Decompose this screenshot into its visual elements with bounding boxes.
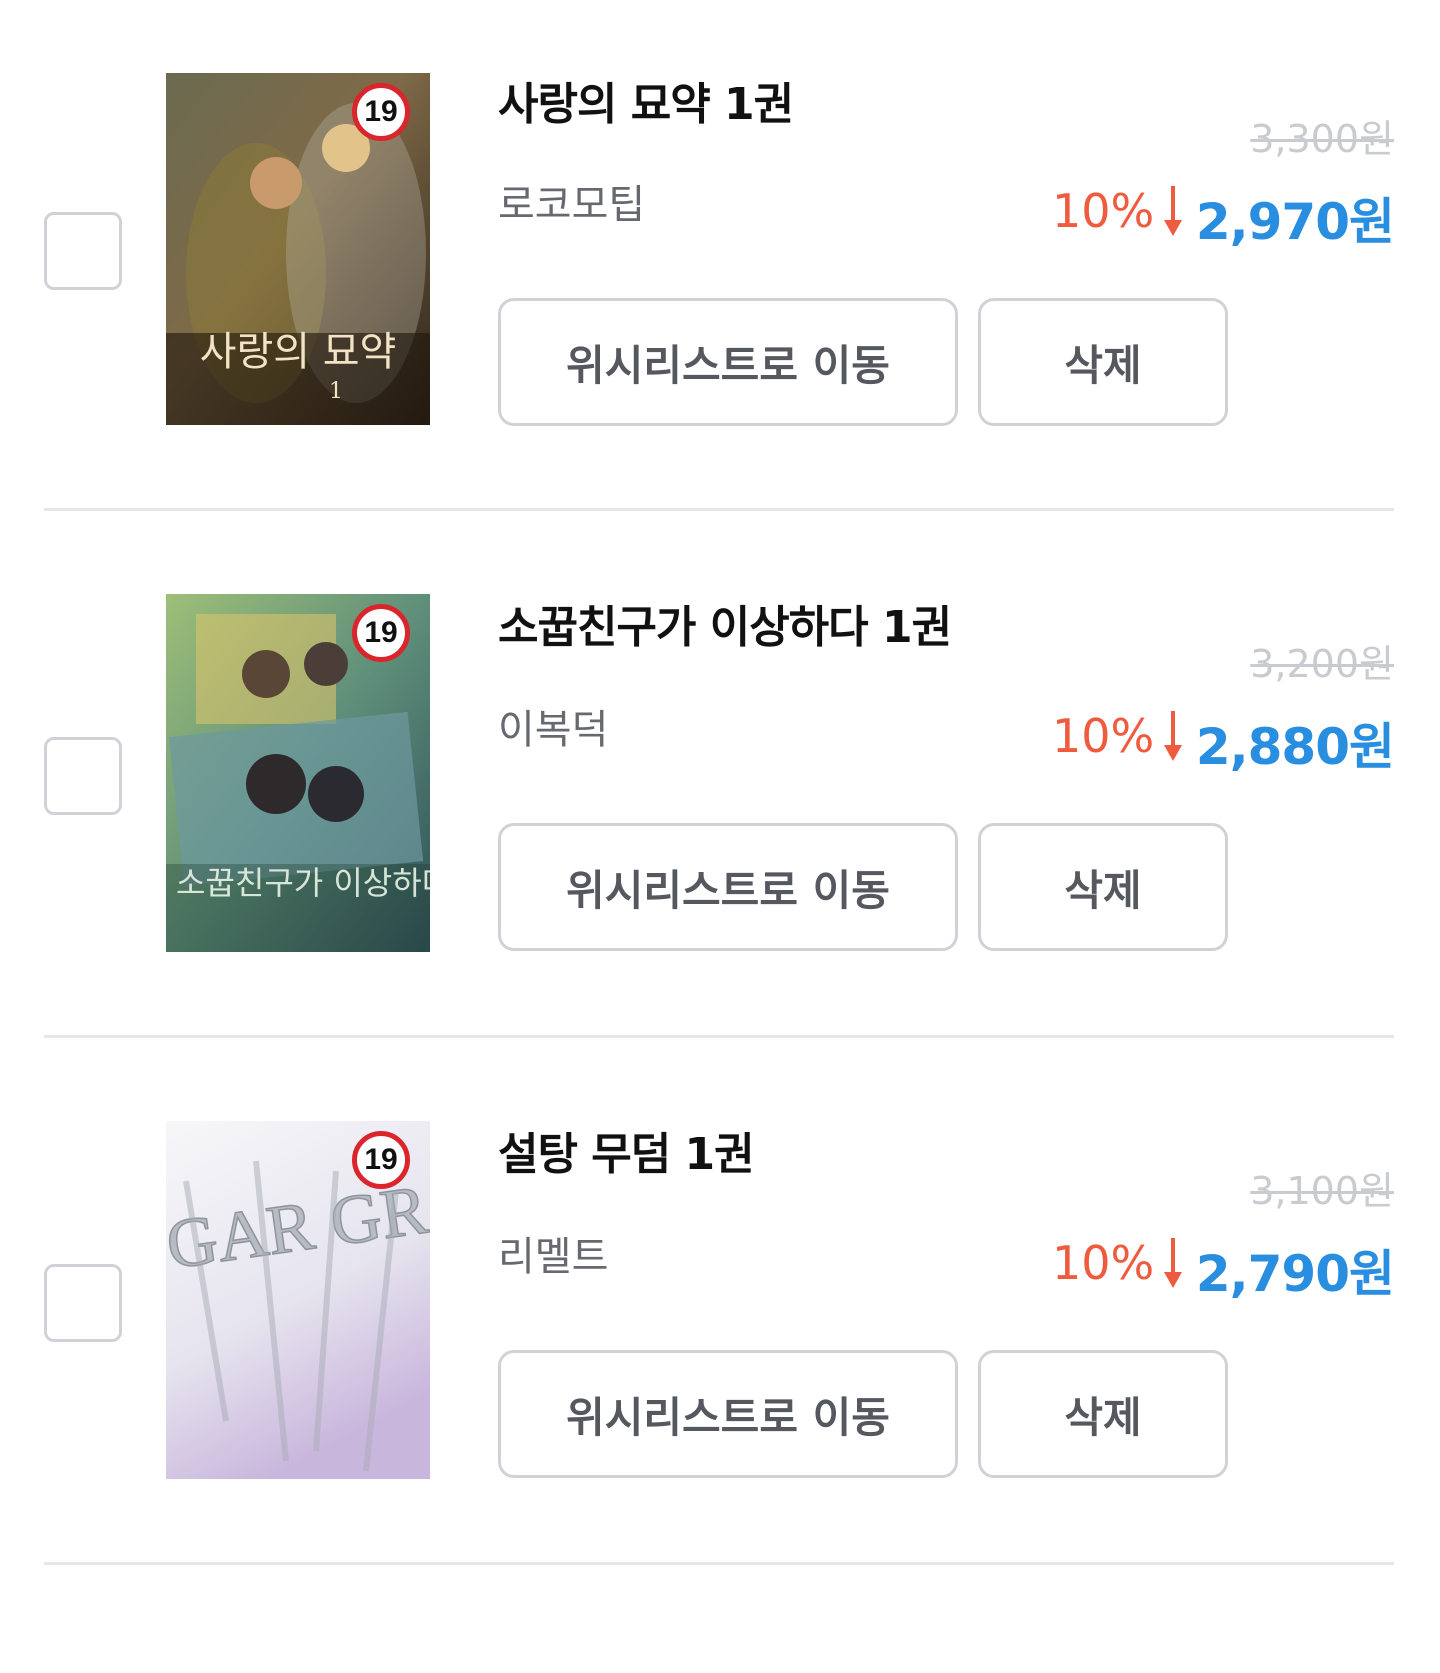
sale-price: 2,880원: [1195, 718, 1395, 776]
book-author[interactable]: 로코모팁: [498, 172, 645, 230]
discount-text: 10%: [1052, 184, 1155, 238]
discount-rate: 10%: [1052, 709, 1184, 763]
book-cover-image[interactable]: 사랑의 묘약 1 19: [166, 73, 430, 425]
item-checkbox[interactable]: [44, 212, 122, 290]
cover-title-text: 소꿉친구가 이상하다: [176, 864, 430, 902]
original-price: 3,300원: [1250, 117, 1394, 161]
item-checkbox[interactable]: [44, 1264, 122, 1342]
delete-button[interactable]: 삭제: [978, 298, 1228, 426]
item-divider: [44, 508, 1394, 511]
book-cover-image[interactable]: A SUGAR GRAVE 19: [166, 1121, 430, 1479]
age-19-badge: 19: [352, 604, 410, 662]
discount-text: 10%: [1052, 709, 1155, 763]
item-divider: [44, 1035, 1394, 1038]
original-price: 3,100원: [1250, 1169, 1394, 1213]
delete-button[interactable]: 삭제: [978, 1350, 1228, 1478]
discount-rate: 10%: [1052, 184, 1184, 238]
discount-text: 10%: [1052, 1236, 1155, 1290]
book-author[interactable]: 리멜트: [498, 1224, 608, 1282]
sale-price: 2,970원: [1195, 193, 1395, 251]
cover-volume-text: 1: [329, 379, 343, 404]
cart-item: 소꿉친구가 이상하다 19 소꿉친구가 이상하다 1권 3,200원 이복덕 1…: [44, 525, 1395, 1085]
cart-item: A SUGAR GRAVE 19 설탕 무덤 1권 3,100원 리멜트 10%…: [44, 1052, 1395, 1612]
arrow-down-icon: [1164, 1238, 1183, 1288]
delete-button[interactable]: 삭제: [978, 823, 1228, 951]
age-19-badge: 19: [352, 1131, 410, 1189]
move-to-wishlist-button[interactable]: 위시리스트로 이동: [498, 298, 958, 426]
book-cover-image[interactable]: 소꿉친구가 이상하다 19: [166, 594, 430, 952]
move-to-wishlist-button[interactable]: 위시리스트로 이동: [498, 823, 958, 951]
book-title[interactable]: 사랑의 묘약 1권: [498, 68, 794, 132]
move-to-wishlist-button[interactable]: 위시리스트로 이동: [498, 1350, 958, 1478]
cart-item-list: 사랑의 묘약 1 19 사랑의 묘약 1권 3,300원 로코모팁 10% 2,…: [0, 0, 1440, 1673]
sale-price: 2,790원: [1195, 1245, 1395, 1303]
discount-rate: 10%: [1052, 1236, 1184, 1290]
cart-item: 사랑의 묘약 1 19 사랑의 묘약 1권 3,300원 로코모팁 10% 2,…: [44, 0, 1395, 560]
age-19-badge: 19: [352, 83, 410, 141]
book-author[interactable]: 이복덕: [498, 697, 608, 755]
arrow-down-icon: [1164, 711, 1183, 761]
cover-title-text: 사랑의 묘약: [200, 329, 397, 375]
item-divider: [44, 1562, 1394, 1565]
item-checkbox[interactable]: [44, 737, 122, 815]
book-title[interactable]: 설탕 무덤 1권: [498, 1118, 755, 1182]
arrow-down-icon: [1164, 186, 1183, 236]
book-title[interactable]: 소꿉친구가 이상하다 1권: [498, 591, 952, 655]
original-price: 3,200원: [1250, 642, 1394, 686]
